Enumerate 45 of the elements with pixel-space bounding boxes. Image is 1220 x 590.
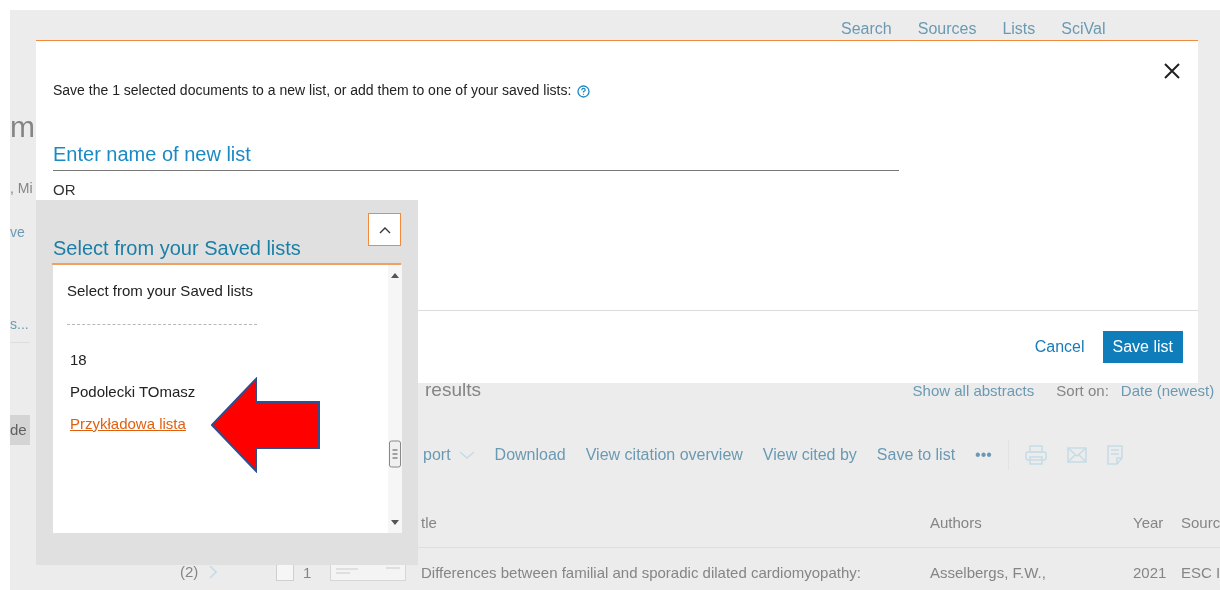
collapse-button[interactable] <box>368 213 401 246</box>
close-icon <box>1164 63 1180 79</box>
cancel-link[interactable]: Cancel <box>1030 334 1089 360</box>
dropdown-label[interactable]: Select from your Saved lists <box>53 237 301 260</box>
list-option[interactable]: Przykładowa lista <box>67 415 186 432</box>
link[interactable]: s... <box>10 316 30 343</box>
column-header: tle <box>421 513 438 531</box>
toolbar-link[interactable]: Save to list <box>876 446 956 464</box>
page-heading: m <box>10 109 35 145</box>
table-cell-text: Asselbergs, F.W., <box>930 563 1047 581</box>
close-button[interactable] <box>1162 61 1182 81</box>
toolbar-link[interactable]: Download <box>494 446 566 464</box>
toolbar-link[interactable]: View citation overview <box>585 446 743 464</box>
sort-label: Sort on: <box>1056 381 1109 399</box>
table-cell-text: 2021 <box>1133 563 1168 581</box>
list-heading: Select from your Saved lists <box>67 282 254 299</box>
pager-count: (2) <box>180 563 199 580</box>
caret-up-icon <box>378 225 391 234</box>
pdf-file-icon <box>1106 445 1123 465</box>
dialog-message: Save the 1 selected documents to a new list, or add them to one of your saved lists: <box>53 82 572 98</box>
row-number: 1 <box>303 563 313 581</box>
table-cell-text: Differences between familial and sporadic dilated cardiomyopathy: <box>421 563 862 581</box>
table-cell: ESC I <box>1181 563 1220 581</box>
sort-dropdown[interactable]: Date (newest) <box>1120 381 1215 399</box>
chevron-down-icon <box>458 450 475 460</box>
column-header: Sourc <box>1181 513 1220 531</box>
save-list-button[interactable]: Save list <box>1102 331 1183 363</box>
show-abstracts-link[interactable]: Show all abstracts <box>912 381 1035 399</box>
chevron-right-icon <box>208 563 219 580</box>
print-icon <box>1024 445 1047 465</box>
column-header: Year <box>1133 513 1165 531</box>
more-link[interactable]: ••• <box>975 446 992 464</box>
list-option[interactable]: Podolecki TOmasz <box>67 383 196 400</box>
export-dropdown[interactable]: port <box>423 446 475 464</box>
or-label: OR <box>53 181 77 198</box>
column-header: Authors <box>930 513 983 531</box>
link[interactable]: ve <box>10 224 25 240</box>
list-option[interactable]: 18 <box>67 351 87 368</box>
results-count: results <box>425 379 481 401</box>
list-name-field[interactable]: Enter name of new list <box>53 138 899 171</box>
author-text: , Mi <box>10 180 33 196</box>
toolbar-link[interactable]: View cited by <box>762 446 857 464</box>
mail-icon <box>1066 447 1087 463</box>
help-icon <box>577 84 591 98</box>
button[interactable]: de <box>10 415 30 445</box>
